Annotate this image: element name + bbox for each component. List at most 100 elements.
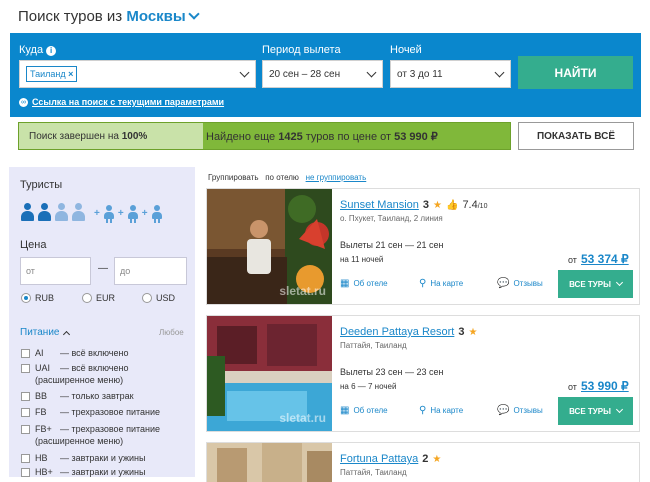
price-from-input[interactable]: от (20, 257, 91, 285)
meal-option-hb-plus[interactable]: HB+ — завтраки и ужины (21, 467, 145, 478)
hotel-rating: 7.4/10 (462, 199, 488, 211)
chevron-down-icon[interactable] (615, 278, 623, 286)
remove-tag-icon[interactable]: × (68, 69, 73, 79)
grouping-label: Группировать (208, 173, 259, 182)
currency-eur[interactable]: EUR (82, 293, 115, 303)
reviews-link[interactable]: 💬 Отзывы (497, 278, 543, 289)
hotel-photo[interactable] (207, 443, 332, 482)
meal-option-fb-plus[interactable]: FB+ — трехразовое питание (21, 424, 160, 435)
photo-watermark: sletat.ru (279, 284, 326, 298)
hotel-price[interactable]: 53 374 ₽ (581, 252, 629, 266)
comments-icon: 💬 (497, 405, 510, 416)
adult-icon[interactable] (37, 203, 52, 223)
comments-icon: 💬 (497, 278, 510, 289)
map-link[interactable]: ⚲ На карте (419, 278, 463, 289)
tourists-selector[interactable]: + + + (20, 203, 163, 223)
chevron-up-icon[interactable] (63, 330, 71, 338)
hotel-name-link[interactable]: Fortuna Pattaya (340, 453, 418, 465)
plus-icon: + (94, 208, 100, 219)
checkbox[interactable] (21, 349, 30, 358)
star-icon: ★ (468, 326, 478, 338)
checkbox[interactable] (21, 425, 30, 434)
chevron-down-icon[interactable] (239, 67, 250, 78)
group-by-hotel[interactable]: по отелю (265, 173, 299, 182)
meal-option-uai[interactable]: UAI — всё включено (21, 363, 128, 374)
reviews-link[interactable]: 💬 Отзывы (497, 405, 543, 416)
flight-dates: Вылеты 23 сен — 23 сен (340, 367, 444, 377)
meal-option-fb-plus-detail: (расширенное меню) (35, 436, 124, 446)
departure-city-selector[interactable]: Москвы (126, 8, 200, 25)
star-icon: ★ (433, 199, 442, 211)
period-label: Период вылета (262, 44, 341, 56)
price-label: Цена (20, 239, 47, 251)
about-hotel-link[interactable]: ▦ Об отеле (340, 405, 388, 416)
find-button[interactable]: НАЙТИ (518, 56, 633, 89)
radio[interactable] (142, 293, 152, 303)
meal-label[interactable]: Питание (20, 327, 59, 338)
meal-option-ai[interactable]: AI — всё включено (21, 348, 128, 359)
hotel-photo[interactable]: sletat.ru (207, 316, 332, 431)
hotel-card: sletat.ru Deeden Pattaya Resort 3 ★ Патта… (206, 315, 640, 432)
chevron-down-icon[interactable] (615, 405, 623, 413)
checkbox[interactable] (21, 408, 30, 417)
meal-option-hb[interactable]: HB — завтраки и ужины (21, 453, 145, 464)
hotel-price[interactable]: 53 990 ₽ (581, 379, 629, 393)
hotel-name-link[interactable]: Sunset Mansion (340, 199, 419, 211)
nights-count: на 6 — 7 ночей (340, 382, 397, 391)
chevron-down-icon[interactable] (188, 8, 200, 20)
child-icon[interactable] (127, 205, 139, 223)
checkbox[interactable] (21, 364, 30, 373)
nights-value: от 3 до 11 (397, 68, 443, 80)
star-icon: ★ (432, 453, 442, 465)
period-value: 20 сен – 28 сен (269, 68, 341, 80)
adult-icon[interactable] (71, 203, 86, 223)
child-icon[interactable] (103, 205, 115, 223)
checkbox[interactable] (21, 468, 30, 477)
chevron-down-icon[interactable] (494, 67, 505, 78)
hotel-stars: 3 (422, 199, 430, 211)
where-label: Куда i (19, 44, 57, 56)
map-pin-icon: ⚲ (419, 405, 427, 416)
hotel-name-link[interactable]: Deeden Pattaya Resort (340, 326, 454, 338)
grouping-bar: Группировать по отелю не группировать (208, 173, 366, 182)
info-icon[interactable]: i (46, 45, 57, 56)
link-icon: ∞ (19, 97, 28, 107)
checkbox[interactable] (21, 454, 30, 463)
destination-select[interactable]: Таиланд × (19, 60, 256, 88)
hotel-title-row: Deeden Pattaya Resort 3 ★ (340, 326, 477, 338)
meal-option-fb[interactable]: FB — трехразовое питание (21, 407, 160, 418)
destination-tag[interactable]: Таиланд × (26, 66, 78, 82)
departure-period-select[interactable]: 20 сен – 28 сен (262, 60, 383, 88)
checkbox[interactable] (21, 392, 30, 401)
filters-sidebar: Туристы + + + Цена от — до RUB EUR USD П… (9, 167, 195, 477)
meal-option-bb[interactable]: BB — только завтрак (21, 391, 134, 402)
search-link-text[interactable]: Ссылка на поиск с текущими параметрами (32, 97, 224, 107)
hotel-title-row: Fortuna Pattaya 2 ★ (340, 453, 441, 465)
price-from: от (568, 382, 577, 392)
meal-section-toggle[interactable]: Питание (20, 327, 71, 338)
child-icon[interactable] (151, 205, 163, 223)
chevron-down-icon[interactable] (366, 67, 377, 78)
meal-option-uai-detail: (расширенное меню) (35, 375, 124, 385)
map-link[interactable]: ⚲ На карте (419, 405, 463, 416)
all-tours-button[interactable]: ВСЕ ТУРЫ (558, 397, 633, 425)
show-all-button[interactable]: ПОКАЗАТЬ ВСЁ (518, 122, 634, 150)
currency-usd[interactable]: USD (142, 293, 175, 303)
adult-icon[interactable] (20, 203, 35, 223)
hotel-photo[interactable]: sletat.ru (207, 189, 332, 304)
nights-select[interactable]: от 3 до 11 (390, 60, 511, 88)
meal-any[interactable]: Любое (159, 328, 184, 337)
price-to-input[interactable]: до (114, 257, 187, 285)
about-hotel-link[interactable]: ▦ Об отеле (340, 278, 388, 289)
radio[interactable] (82, 293, 92, 303)
nights-label: Ночей (390, 44, 422, 56)
hotel-stars: 2 (422, 453, 429, 465)
departure-city[interactable]: Москвы (126, 8, 185, 25)
map-pin-icon: ⚲ (419, 278, 427, 289)
radio-selected[interactable] (21, 293, 31, 303)
all-tours-button[interactable]: ВСЕ ТУРЫ (558, 270, 633, 298)
group-none-link[interactable]: не группировать (306, 173, 367, 182)
search-link[interactable]: ∞ Ссылка на поиск с текущими параметрами (19, 97, 224, 107)
adult-icon[interactable] (54, 203, 69, 223)
currency-rub[interactable]: RUB (21, 293, 54, 303)
